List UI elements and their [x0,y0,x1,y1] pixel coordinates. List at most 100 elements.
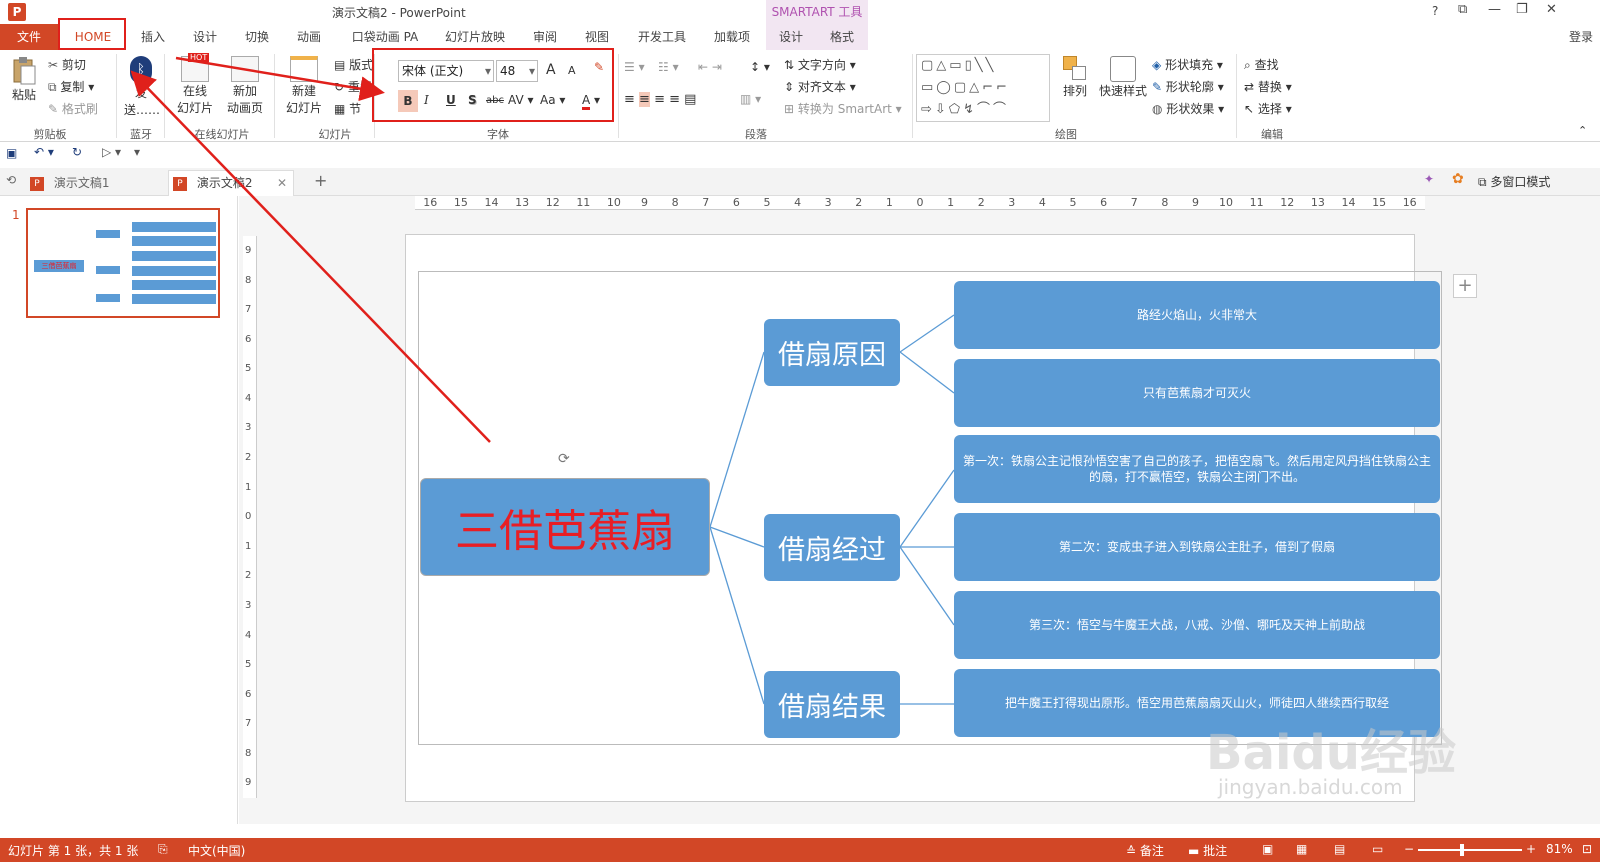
smartart-level2-node[interactable]: 借扇经过 [764,514,900,581]
bullets-button[interactable]: ☰ ▾ [624,60,645,74]
ruler-tick-label: 15 [453,196,468,209]
add-element-button[interactable]: + [1453,274,1477,298]
home-doc-icon[interactable]: ⟲ [6,173,16,187]
spellcheck-icon[interactable]: ⎘ [158,842,168,857]
columns-button[interactable]: ▥ ▾ [740,92,761,106]
reset-button[interactable]: ↻ 重置 [334,78,372,95]
comments-button[interactable]: ▬ 批注 [1188,842,1227,859]
smartart-level2-node[interactable]: 借扇结果 [764,671,900,738]
section-button[interactable]: ▦ 节 [334,100,361,117]
smartart-level3-node[interactable]: 第二次：变成虫子进入到铁扇公主肚子，借到了假扇 [954,513,1440,581]
save-icon[interactable]: ▣ [6,146,17,160]
tab-review[interactable]: 审阅 [528,26,562,48]
copy-button[interactable]: ⧉ 复制 ▾ [48,78,94,95]
convert-smartart-button[interactable]: ⊞ 转换为 SmartArt ▾ [784,100,902,117]
arrange-button[interactable]: 排列 [1060,56,1090,99]
reading-view-icon[interactable]: ▤ [1334,842,1345,856]
tab-smartart-design[interactable]: 设计 [766,24,816,50]
smartart-level3-node[interactable]: 路经火焰山，火非常大 [954,281,1440,349]
shape-outline-button[interactable]: ✎ 形状轮廓 ▾ [1152,78,1224,95]
slideshow-start-icon[interactable]: ▷ ▾ [102,145,121,159]
tab-animations[interactable]: 动画 [292,26,326,48]
slideshow-icon[interactable]: ▭ [1372,842,1383,856]
find-button[interactable]: ⌕ 查找 [1244,56,1279,73]
new-animation-page-button[interactable]: 新加 动画页 [224,56,266,116]
quick-styles-button[interactable]: 快速样式 [1098,56,1148,99]
smartart-level3-node[interactable]: 只有芭蕉扇才可灭火 [954,359,1440,427]
select-button[interactable]: ↖ 选择 ▾ [1244,100,1292,117]
zoom-in-button[interactable]: + [1526,842,1536,856]
ruler-tick-label: 6 [245,333,252,345]
replace-button[interactable]: ⇄ 替换 ▾ [1244,78,1292,95]
multi-window-button[interactable]: ⧉ 多窗口模式 [1478,173,1550,190]
normal-view-icon[interactable]: ▣ [1262,842,1273,856]
ribbon-tabs: 文件 HOME 插入 设计 切换 动画 口袋动画 PA 幻灯片放映 审阅 视图 … [0,18,1600,50]
ruler-tick-label: 12 [545,196,560,209]
indent-buttons[interactable]: ⇤ ⇥ [698,60,722,74]
tab-insert[interactable]: 插入 [136,26,170,48]
shapes-gallery[interactable]: ▢△▭▯╲╲ ▭◯▢△⌐⌐ ⇨⇩⬠↯⌒⌒ [916,54,1050,122]
minimize-button[interactable]: — [1488,2,1501,17]
collapse-ribbon-button[interactable]: ⌃ [1578,124,1587,137]
tab-pocket-animation[interactable]: 口袋动画 PA [350,26,420,48]
tab-file[interactable]: 文件 [0,24,58,50]
tab-slideshow[interactable]: 幻灯片放映 [442,26,508,48]
paint-bucket-icon: ◈ [1152,58,1162,72]
zoom-out-button[interactable]: − [1404,842,1414,856]
fit-window-icon[interactable]: ⊡ [1582,842,1592,856]
slide-thumbnail[interactable]: 三借芭蕉扇 [26,208,220,318]
tab-smartart-format[interactable]: 格式 [816,24,868,50]
close-button[interactable]: ✕ [1546,2,1557,17]
gear-icon[interactable]: ✿ [1452,171,1464,187]
tab-addins[interactable]: 加载项 [710,26,754,48]
tab-design[interactable]: 设计 [188,26,222,48]
text-direction-button[interactable]: ⇅ 文字方向 ▾ [784,56,856,73]
smartart-level2-node[interactable]: 借扇原因 [764,319,900,386]
help-button[interactable]: ? [1432,4,1438,18]
tab-view[interactable]: 视图 [580,26,614,48]
ruler-tick-label: 1 [245,481,252,493]
smartart-root-node[interactable]: 三借芭蕉扇 [420,478,710,576]
zoom-slider-thumb[interactable] [1460,844,1464,856]
slide-editor: 16 15 14 13 12 11 10 9 8 7 6 5 4 3 2 1 0 1 2 3 4 5 6 7 8 9 10 11 12 1… [239,196,1600,824]
zoom-level[interactable]: 81% [1546,842,1573,856]
magic-icon[interactable]: ✦ [1424,172,1434,186]
smartart-level3-node[interactable]: 第三次：悟空与牛魔王大战，八戒、沙僧、哪吒及天神上前助战 [954,591,1440,659]
ruler-tick-label: 2 [855,196,863,209]
layout-button[interactable]: ▤ 版式 [334,56,373,73]
customize-qat-icon[interactable]: ▾ [134,145,140,159]
shape-fill-button[interactable]: ◈ 形状填充 ▾ [1152,56,1223,73]
align-text-button[interactable]: ⇕ 对齐文本 ▾ [784,78,856,95]
language[interactable]: 中文(中国) [188,842,245,859]
notes-button[interactable]: ≙ 备注 [1126,842,1164,859]
line-spacing-button[interactable]: ↕ ▾ [750,60,770,74]
doc-tab-active[interactable]: P 演示文稿2 ✕ [168,170,294,196]
paste-button[interactable]: 粘贴 [8,56,40,103]
zoom-slider[interactable] [1418,844,1522,856]
cut-button[interactable]: ✂ 剪切 [48,56,86,73]
new-tab-button[interactable]: + [314,171,327,190]
redo-icon[interactable]: ↻ [72,145,82,159]
vertical-ruler: 9 8 7 6 5 4 3 2 1 0 1 2 3 4 5 6 7 8 9 [243,236,257,798]
shape-effects-button[interactable]: ◍ 形状效果 ▾ [1152,100,1224,117]
maximize-button[interactable]: ❐ [1516,2,1528,17]
close-icon[interactable]: ✕ [277,171,287,195]
slide-sorter-icon[interactable]: ▦ [1296,842,1307,856]
smartart-level3-node[interactable]: 第一次：铁扇公主记恨孙悟空害了自己的孩子，把悟空扇飞。然后用定风丹挡住铁扇公主的… [954,435,1440,503]
undo-icon[interactable]: ↶ ▾ [34,145,54,159]
rotate-handle-icon[interactable]: ⟳ [558,451,570,467]
slide-canvas[interactable]: 三借芭蕉扇 ⟳ 借扇原因 借扇经过 借扇结果 路经火焰山，火非常大 只有芭蕉扇才… [405,234,1456,802]
tab-developer[interactable]: 开发工具 [632,26,692,48]
bluetooth-send-button[interactable]: ᛒ 发 送…… [124,56,160,118]
login-link[interactable]: 登录 [1564,26,1598,48]
ruler-tick-label: 7 [1130,196,1138,209]
online-slides-button[interactable]: HOT 在线 幻灯片 [174,53,216,116]
new-slide-button[interactable]: 新建 幻灯片 [282,56,326,116]
format-painter-button[interactable]: ✎ 格式刷 [48,100,98,117]
tab-transitions[interactable]: 切换 [240,26,274,48]
ribbon-display-button[interactable]: ⧉ [1458,2,1467,17]
powerpoint-logo-icon[interactable]: P [8,3,26,21]
numbering-button[interactable]: ☷ ▾ [658,60,679,74]
align-buttons[interactable]: ≡ ≡ ≡ ≡ ▤ [624,92,696,107]
doc-tab[interactable]: P 演示文稿1 [30,170,164,196]
